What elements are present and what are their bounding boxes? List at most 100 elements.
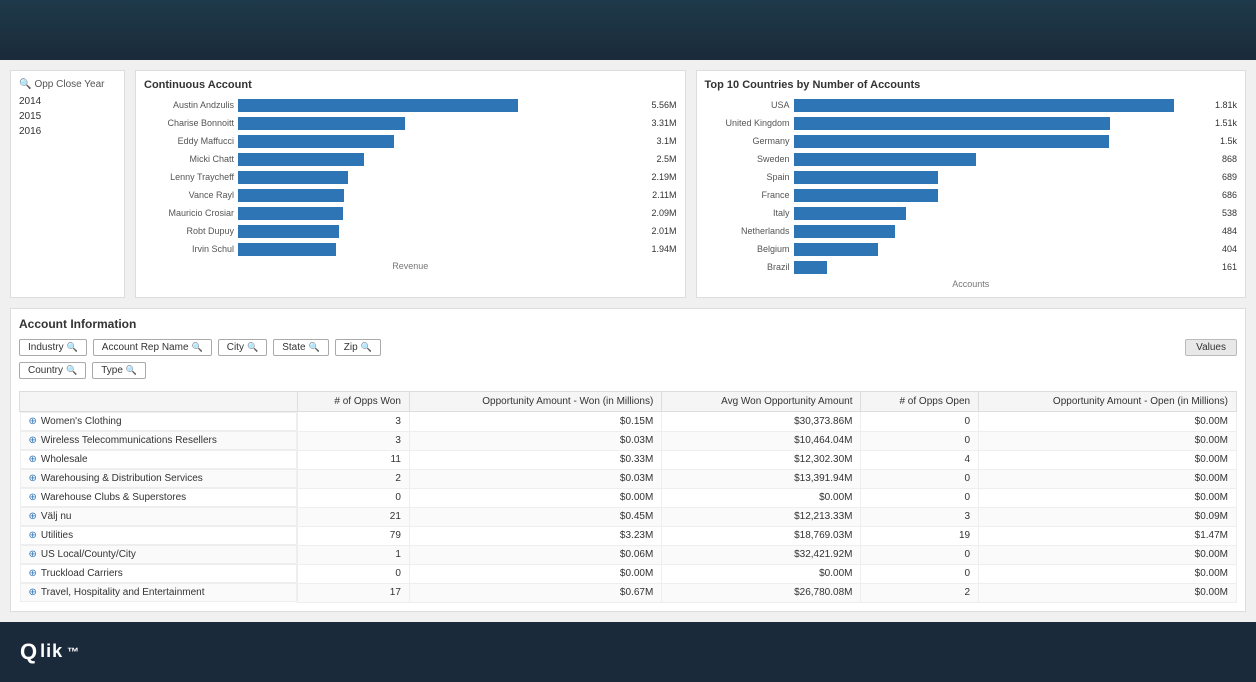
bar-fill xyxy=(794,243,879,256)
bar-label: Netherlands xyxy=(705,226,790,236)
row-expand-icon[interactable]: ⊕ xyxy=(29,416,37,427)
bar-row: Netherlands484 xyxy=(705,223,1238,239)
table-row: ⊕Välj nu21$0.45M$12,213.33M3$0.09M xyxy=(20,507,1237,526)
table-cell-3: 19 xyxy=(861,526,979,545)
main-content: 🔍 Opp Close Year 201420152016 Continuous… xyxy=(0,60,1256,622)
bar-fill xyxy=(794,153,976,166)
table-row: ⊕US Local/County/City1$0.06M$32,421.92M0… xyxy=(20,545,1237,564)
bar-value: 689 xyxy=(1222,172,1237,182)
bar-value: 868 xyxy=(1222,154,1237,164)
search-icon-small: 🔍 xyxy=(19,79,31,90)
bar-value: 1.5k xyxy=(1220,136,1237,146)
bar-container xyxy=(794,153,1218,166)
bar-label: Mauricio Crosiar xyxy=(144,208,234,218)
bar-fill xyxy=(794,171,939,184)
bar-row: Mauricio Crosiar 2.09M xyxy=(144,205,677,221)
top-bar xyxy=(0,0,1256,60)
table-cell-3: 3 xyxy=(861,507,979,526)
table-cell-3: 0 xyxy=(861,488,979,507)
filter-btn-country[interactable]: Country 🔍 xyxy=(19,362,86,379)
bar-container xyxy=(794,99,1211,112)
row-expand-icon[interactable]: ⊕ xyxy=(29,454,37,465)
table-cell-name[interactable]: ⊕Wireless Telecommunications Resellers xyxy=(20,431,297,450)
bar-label: Lenny Traycheff xyxy=(144,172,234,182)
row-expand-icon[interactable]: ⊕ xyxy=(29,511,37,522)
row-expand-icon[interactable]: ⊕ xyxy=(29,435,37,446)
table-row: ⊕Women's Clothing3$0.15M$30,373.86M0$0.0… xyxy=(20,412,1237,432)
bar-container xyxy=(794,189,1218,202)
table-cell-name[interactable]: ⊕Warehouse Clubs & Superstores xyxy=(20,488,297,507)
bar-label: France xyxy=(705,190,790,200)
bar-row: Charise Bonnoitt3.31M xyxy=(144,115,677,131)
row-expand-icon[interactable]: ⊕ xyxy=(29,549,37,560)
bar-row: Sweden868 xyxy=(705,151,1238,167)
filter-year-item[interactable]: 2016 xyxy=(19,124,116,139)
table-cell-name[interactable]: ⊕Warehousing & Distribution Services xyxy=(20,469,297,488)
bar-container xyxy=(794,261,1218,274)
bar-container xyxy=(238,171,647,184)
table-cell-name[interactable]: ⊕US Local/County/City xyxy=(20,545,297,564)
bar-row: United Kingdom1.51k xyxy=(705,115,1238,131)
filter-btn-zip[interactable]: Zip 🔍 xyxy=(335,339,381,356)
table-cell-3: 4 xyxy=(861,450,979,469)
bar-label: Charise Bonnoitt xyxy=(144,118,234,128)
table-cell-name[interactable]: ⊕Utilities xyxy=(20,526,297,545)
bar-container xyxy=(794,117,1211,130)
top-countries-chart: USA1.81kUnited Kingdom1.51kGermany1.5kSw… xyxy=(705,97,1238,275)
table-header-1: # of Opps Won xyxy=(297,392,409,412)
table-cell-4: $0.09M xyxy=(979,507,1237,526)
table-cell-1: $0.00M xyxy=(409,564,661,583)
bar-row: Lenny Traycheff2.19M xyxy=(144,169,677,185)
bar-label: Irvin Schul xyxy=(144,244,234,254)
filter-btn-industry[interactable]: Industry 🔍 xyxy=(19,339,87,356)
row-expand-icon[interactable]: ⊕ xyxy=(29,530,37,541)
row-expand-icon[interactable]: ⊕ xyxy=(29,492,37,503)
bottom-bar: Q lik ™ xyxy=(0,622,1256,682)
filter-btn-state[interactable]: State 🔍 xyxy=(273,339,329,356)
bar-row: Irvin Schul 1.94M xyxy=(144,241,677,257)
bar-label: Micki Chatt xyxy=(144,154,234,164)
table-cell-name[interactable]: ⊕Women's Clothing xyxy=(20,412,297,431)
bar-fill xyxy=(238,225,339,238)
bar-row: Vance Rayl2.11M xyxy=(144,187,677,203)
bar-container xyxy=(238,153,652,166)
bar-label: Brazil xyxy=(705,262,790,272)
bar-fill xyxy=(238,207,343,220)
table-cell-name[interactable]: ⊕Wholesale xyxy=(20,450,297,469)
search-icon: 🔍 xyxy=(67,342,78,353)
table-cell-0: 3 xyxy=(297,431,409,450)
bar-container xyxy=(794,135,1216,148)
table-cell-2: $10,464.04M xyxy=(662,431,861,450)
bar-container xyxy=(238,207,647,220)
table-cell-name[interactable]: ⊕Truckload Carriers xyxy=(20,564,297,583)
row-expand-icon[interactable]: ⊕ xyxy=(29,473,37,484)
filter-btn-city[interactable]: City 🔍 xyxy=(218,339,267,356)
bar-value: 2.09M xyxy=(651,208,676,218)
bar-row: Germany1.5k xyxy=(705,133,1238,149)
bar-value: 686 xyxy=(1222,190,1237,200)
bar-fill xyxy=(794,225,895,238)
bar-fill xyxy=(794,135,1109,148)
filter-year-item[interactable]: 2014 xyxy=(19,94,116,109)
filter-btn-type[interactable]: Type 🔍 xyxy=(92,362,146,379)
table-cell-2: $26,780.08M xyxy=(662,583,861,602)
bar-row: France 686 xyxy=(705,187,1238,203)
filter-btn-account-rep-name[interactable]: Account Rep Name 🔍 xyxy=(93,339,212,356)
bar-container xyxy=(794,225,1218,238)
account-info-title: Account Information xyxy=(19,317,1237,331)
bar-fill xyxy=(794,261,828,274)
filter-year-item[interactable]: 2015 xyxy=(19,109,116,124)
table-row: ⊕Wireless Telecommunications Resellers3 $… xyxy=(20,431,1237,450)
values-button[interactable]: Values xyxy=(1185,339,1237,356)
table-cell-2: $13,391.94M xyxy=(662,469,861,488)
row-expand-icon[interactable]: ⊕ xyxy=(29,587,37,598)
row-expand-icon[interactable]: ⊕ xyxy=(29,568,37,579)
table-cell-name[interactable]: ⊕Välj nu xyxy=(20,507,297,526)
search-icon: 🔍 xyxy=(126,365,137,376)
table-cell-4: $0.00M xyxy=(979,583,1237,602)
table-row: ⊕Truckload Carriers0$0.00M$0.00M0$0.00M xyxy=(20,564,1237,583)
bar-container xyxy=(238,135,652,148)
bar-value: 1.94M xyxy=(651,244,676,254)
bar-fill xyxy=(238,171,348,184)
table-cell-name[interactable]: ⊕Travel, Hospitality and Entertainment xyxy=(20,583,297,602)
